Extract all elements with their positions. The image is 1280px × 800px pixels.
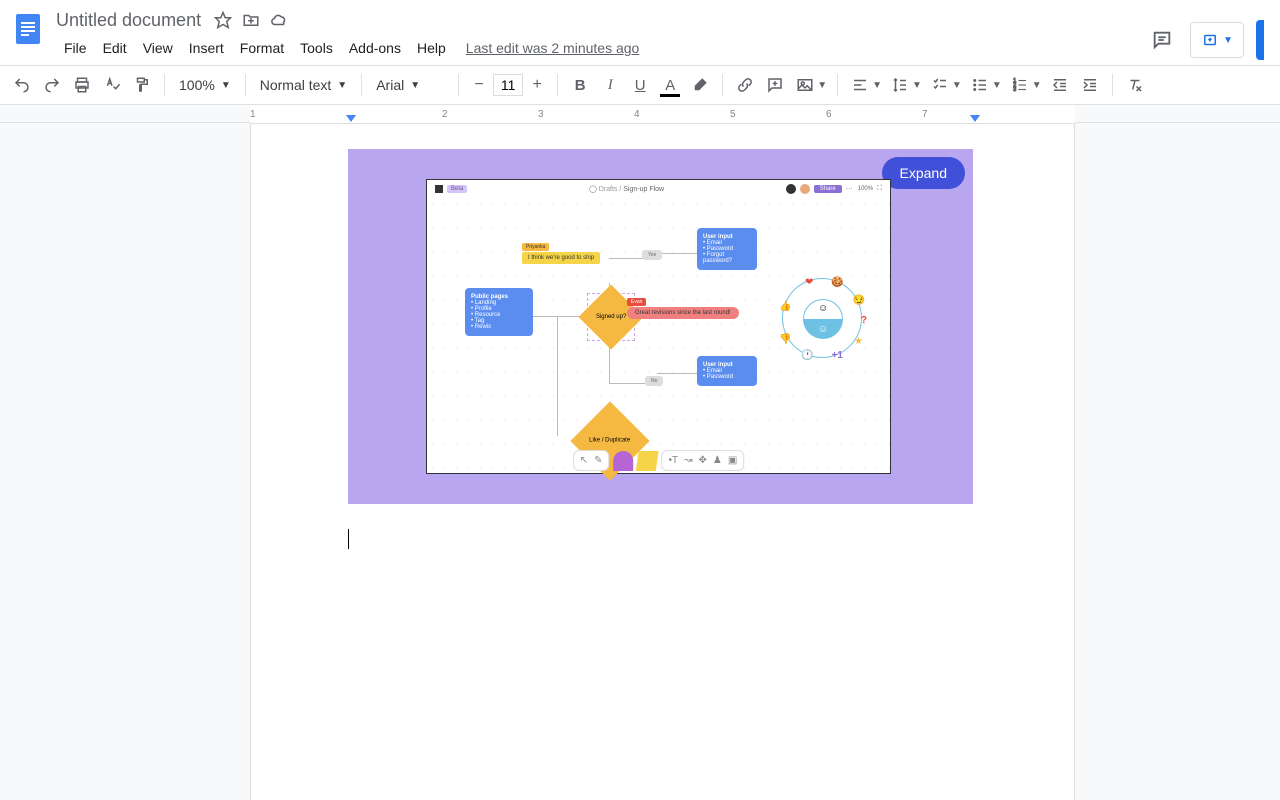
node-user-input-1: User input • Email • Password • Forgot p… bbox=[697, 228, 757, 270]
highlight-button[interactable] bbox=[686, 71, 714, 99]
star-icon[interactable] bbox=[211, 8, 235, 32]
document-canvas[interactable]: Expand Beta ◯ Drafts / Sign-up Flow Shar… bbox=[0, 123, 1280, 800]
italic-button[interactable]: I bbox=[596, 71, 624, 99]
wb-bottom-toolbar: ↖ ✎ •T ↝ ✥ ♟ ▣ bbox=[573, 450, 745, 471]
indent-decrease-button[interactable] bbox=[1046, 71, 1074, 99]
bullet-list-button[interactable] bbox=[966, 71, 994, 99]
whiteboard-preview: Beta ◯ Drafts / Sign-up Flow Share ⋯ 100… bbox=[426, 179, 891, 474]
checklist-button[interactable] bbox=[926, 71, 954, 99]
indent-increase-button[interactable] bbox=[1076, 71, 1104, 99]
avatar-icon bbox=[800, 184, 810, 194]
expand-button[interactable]: Expand bbox=[882, 157, 965, 189]
shape-purple bbox=[613, 451, 633, 471]
stamp-icon: ♟ bbox=[713, 455, 722, 466]
more-icon: ⋯ bbox=[846, 185, 854, 193]
text-tool-icon: •T bbox=[668, 455, 678, 466]
wb-breadcrumb: ◯ Drafts / Sign-up Flow bbox=[467, 185, 785, 193]
style-dropdown[interactable]: Normal text▼ bbox=[254, 71, 353, 99]
wb-zoom: 100% bbox=[858, 186, 873, 192]
font-size-decrease[interactable]: − bbox=[467, 73, 491, 97]
thumbs-up-icon: 👍 bbox=[779, 301, 791, 312]
image-tool-icon: ▣ bbox=[728, 455, 737, 466]
question-icon: ? bbox=[861, 315, 867, 326]
add-comment-button[interactable] bbox=[761, 71, 789, 99]
clear-format-button[interactable] bbox=[1121, 71, 1149, 99]
face-icon: 😏 bbox=[853, 295, 865, 306]
underline-button[interactable]: U bbox=[626, 71, 654, 99]
comments-button[interactable] bbox=[1146, 24, 1178, 56]
bold-button[interactable]: B bbox=[566, 71, 594, 99]
text-color-button[interactable]: A bbox=[656, 71, 684, 99]
menu-edit[interactable]: Edit bbox=[95, 36, 135, 60]
pen-icon: ✎ bbox=[594, 455, 602, 466]
zoom-dropdown[interactable]: 100%▼ bbox=[173, 71, 237, 99]
menu-view[interactable]: View bbox=[135, 36, 181, 60]
node-public-pages: Public pages • Landing • Profile • Resou… bbox=[465, 288, 533, 336]
share-button-edge[interactable] bbox=[1256, 20, 1264, 60]
menu-tools[interactable]: Tools bbox=[292, 36, 341, 60]
align-button[interactable] bbox=[846, 71, 874, 99]
move-icon[interactable] bbox=[239, 8, 263, 32]
node-user-input-2: User input • Email • Password bbox=[697, 356, 757, 386]
last-edit-link[interactable]: Last edit was 2 minutes ago bbox=[466, 40, 640, 56]
menu-format[interactable]: Format bbox=[232, 36, 292, 60]
expand-icon: ⛶ bbox=[877, 185, 882, 193]
comment-evan: Evan Great revisions since the last roun… bbox=[627, 298, 739, 319]
number-list-button[interactable]: 123 bbox=[1006, 71, 1034, 99]
undo-button[interactable] bbox=[8, 71, 36, 99]
svg-text:3: 3 bbox=[1013, 87, 1016, 93]
thumbs-down-icon: 👎 bbox=[779, 334, 791, 345]
comment-priyanka: Priyanka I think we're good to ship bbox=[522, 243, 600, 264]
image-button[interactable] bbox=[791, 71, 819, 99]
beta-badge: Beta bbox=[447, 185, 467, 193]
font-size-input[interactable] bbox=[493, 74, 523, 96]
cursor-icon: ↖ bbox=[580, 455, 588, 466]
menu-insert[interactable]: Insert bbox=[181, 36, 232, 60]
wb-share-button: Share bbox=[814, 185, 842, 193]
cookie-icon: 🍪 bbox=[831, 277, 843, 288]
clock-icon: 🕐 bbox=[801, 350, 813, 361]
font-dropdown[interactable]: Arial▼ bbox=[370, 71, 450, 99]
avatar-icon bbox=[786, 184, 796, 194]
shape-sticky bbox=[636, 451, 659, 471]
left-indent-marker[interactable] bbox=[346, 115, 356, 122]
star-icon: ★ bbox=[854, 336, 863, 347]
menu-addons[interactable]: Add-ons bbox=[341, 36, 409, 60]
spellcheck-button[interactable] bbox=[98, 71, 126, 99]
heart-icon: ❤ bbox=[805, 277, 813, 288]
document-title[interactable]: Untitled document bbox=[56, 10, 201, 31]
text-cursor bbox=[348, 529, 349, 549]
wb-logo-icon bbox=[435, 185, 443, 193]
paint-format-button[interactable] bbox=[128, 71, 156, 99]
move-tool-icon: ✥ bbox=[698, 455, 706, 466]
font-size-increase[interactable]: + bbox=[525, 73, 549, 97]
embedded-whiteboard-image[interactable]: Expand Beta ◯ Drafts / Sign-up Flow Shar… bbox=[348, 149, 973, 504]
label-yes: Yes bbox=[642, 250, 662, 260]
cloud-icon[interactable] bbox=[267, 8, 291, 32]
connector-icon: ↝ bbox=[684, 455, 692, 466]
label-no: No bbox=[645, 376, 663, 386]
print-button[interactable] bbox=[68, 71, 96, 99]
link-button[interactable] bbox=[731, 71, 759, 99]
redo-button[interactable] bbox=[38, 71, 66, 99]
menu-file[interactable]: File bbox=[56, 36, 95, 60]
menu-help[interactable]: Help bbox=[409, 36, 454, 60]
docs-logo[interactable] bbox=[8, 8, 48, 48]
present-button[interactable]: ▼ bbox=[1190, 22, 1244, 58]
document-page[interactable]: Expand Beta ◯ Drafts / Sign-up Flow Shar… bbox=[250, 123, 1075, 800]
right-indent-marker[interactable] bbox=[970, 115, 980, 122]
line-spacing-button[interactable] bbox=[886, 71, 914, 99]
plus-one: +1 bbox=[832, 350, 843, 361]
ruler[interactable]: 1 2 3 4 5 6 7 bbox=[0, 105, 1280, 123]
reaction-wheel: ☺☺ ❤ 🍪 👍 😏 ? 👎 ★ 🕐 +1 bbox=[782, 278, 862, 358]
